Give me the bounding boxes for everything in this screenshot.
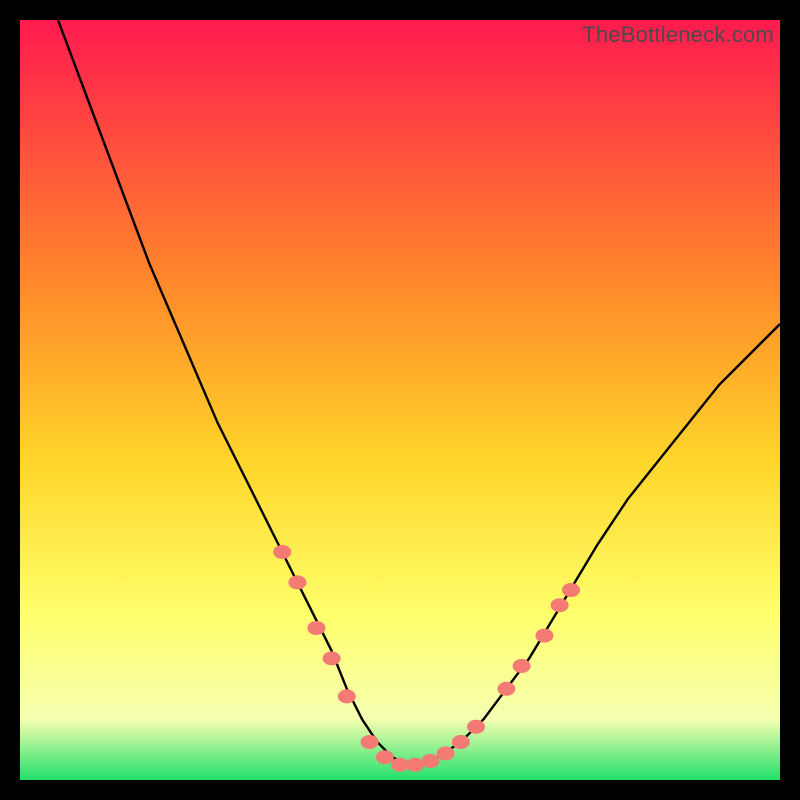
marker-dot [307, 621, 325, 635]
marker-dot [497, 682, 515, 696]
chart-svg [20, 20, 780, 780]
marker-dot [361, 735, 379, 749]
marker-dot [376, 750, 394, 764]
marker-dot [273, 545, 291, 559]
marker-dot [437, 746, 455, 760]
marker-dot [467, 720, 485, 734]
marker-dot [338, 689, 356, 703]
marker-dot [323, 651, 341, 665]
marker-dot [535, 629, 553, 643]
watermark-text: TheBottleneck.com [582, 22, 774, 48]
marker-dot [551, 598, 569, 612]
chart-frame: TheBottleneck.com [20, 20, 780, 780]
marker-dot [562, 583, 580, 597]
marker-dot [452, 735, 470, 749]
gradient-background [20, 20, 780, 780]
marker-dot [406, 758, 424, 772]
marker-dot [513, 659, 531, 673]
marker-dot [421, 754, 439, 768]
marker-dot [288, 575, 306, 589]
